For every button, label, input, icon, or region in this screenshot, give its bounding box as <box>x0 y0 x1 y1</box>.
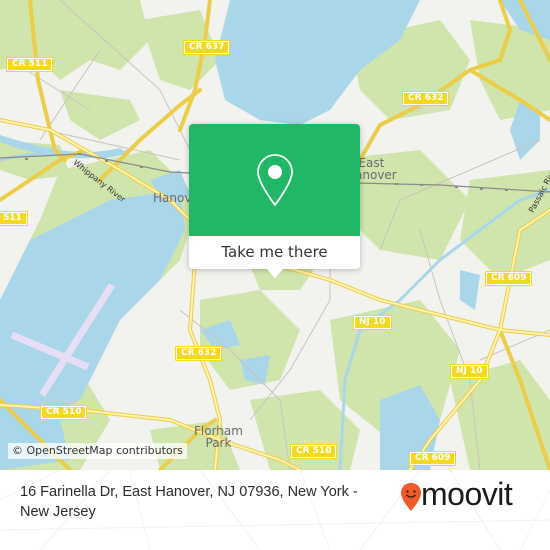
road-shield-cr609: CR 609 <box>409 451 457 466</box>
take-me-there-button[interactable]: Take me there <box>189 236 360 269</box>
road-shield-cr632: CR 632 <box>175 346 223 361</box>
footer: 16 Farinella Dr, East Hanover, NJ 07936,… <box>0 470 550 550</box>
road-shield-cr632: CR 632 <box>402 91 450 106</box>
road-shield-cr510: CR 510 <box>290 444 338 459</box>
location-popup: Take me there <box>189 124 360 278</box>
moovit-wordmark: moovit <box>421 476 513 512</box>
moovit-logo[interactable]: moovit <box>400 476 540 527</box>
place-label-line: Park <box>205 436 232 450</box>
road-shield-nj10: NJ 10 <box>353 315 392 330</box>
map-attribution[interactable]: © OpenStreetMap contributors <box>8 443 187 459</box>
road-shield-cr510: CR 510 <box>40 405 88 420</box>
map-view[interactable]: CR 637 CR 511 511 CR 632 CR 632 CR 609 C… <box>0 0 550 470</box>
popup-header <box>189 124 360 236</box>
place-label-florham-park: Florham Park <box>194 425 243 449</box>
map-pin-icon <box>257 154 293 207</box>
road-shield-nj10: NJ 10 <box>450 364 489 379</box>
popup-pointer <box>267 269 283 278</box>
address-text: 16 Farinella Dr, East Hanover, NJ 07936,… <box>20 484 358 520</box>
road-shield-cr609: CR 609 <box>485 271 533 286</box>
road-shield-cr511: CR 511 <box>6 57 54 72</box>
road-shield-cr637: CR 637 <box>183 40 231 55</box>
moovit-pin-smile-icon <box>401 483 421 511</box>
road-shield-cr511: 511 <box>0 211 28 226</box>
